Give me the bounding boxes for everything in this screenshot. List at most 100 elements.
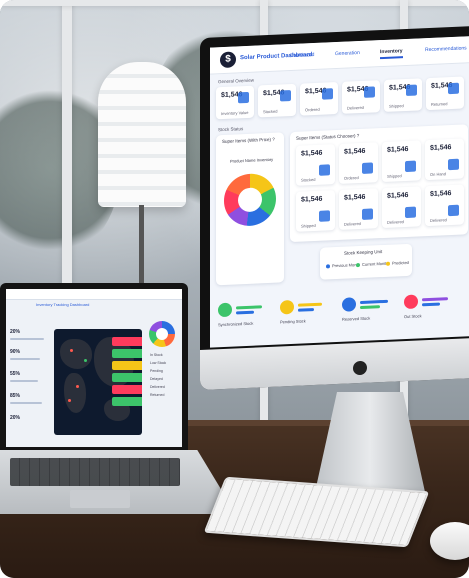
grid-card[interactable]: $1,546 Delivered	[425, 184, 464, 227]
tab-generation[interactable]: Generation	[335, 50, 360, 57]
stat-value: 90%	[10, 349, 21, 355]
lamp-pole	[139, 205, 144, 285]
imac-screen: $ Solar Product Dashboard Dashboard Gene…	[210, 36, 469, 348]
status-pill	[112, 373, 142, 382]
tab-dashboard[interactable]: Dashboard	[290, 52, 314, 59]
kpi-icon	[280, 299, 294, 315]
legend-in-stock: In Stock	[150, 353, 163, 357]
map-pin[interactable]	[68, 399, 71, 402]
stat-icon	[405, 206, 416, 219]
kpi-bar	[360, 299, 388, 305]
status-pill	[112, 385, 142, 394]
legend-label: Current Month	[362, 260, 388, 267]
legend-title: Stock Keeping Unit	[344, 249, 383, 256]
land-mass	[60, 339, 92, 369]
stat-value: $1,546	[301, 195, 323, 204]
right-cards-panel: Super Items (Status Chooser) ? $1,546 Sto…	[290, 124, 468, 243]
section-general: General Overview	[218, 77, 255, 85]
stat-icon	[448, 82, 459, 95]
stat-label: Returned	[431, 101, 448, 107]
kpi-icon	[342, 297, 356, 312]
stat-bar	[10, 402, 42, 404]
tab-inventory[interactable]: Inventory	[380, 48, 403, 60]
stat-label: Stocked	[263, 108, 278, 115]
status-pill	[112, 337, 142, 346]
stat-card[interactable]: $1,546 Shipped	[384, 78, 422, 112]
land-mass	[64, 373, 86, 413]
stat-card[interactable]: $1,546 Returned	[426, 76, 464, 111]
laptop-title: Inventory Tracking Dashboard	[36, 302, 90, 307]
stat-label: Shipped	[387, 173, 402, 179]
stat-label: Inventory Value	[221, 109, 249, 117]
grid-card[interactable]: $1,546 Stocked	[296, 144, 335, 186]
stat-icon	[406, 84, 417, 97]
donut-chart	[149, 321, 175, 347]
stat-value: $1,546	[387, 191, 409, 200]
stat-label: Shipped	[389, 103, 404, 109]
grid-card[interactable]: $1,546 Ordered	[339, 142, 378, 184]
legend-pending: Pending	[150, 369, 163, 373]
stat-label: Stocked	[301, 176, 316, 183]
world-map[interactable]	[54, 329, 142, 435]
panel-title: Super Items (Status Chooser) ?	[296, 133, 360, 141]
kpi-reserved: Reserved Stock	[342, 291, 396, 323]
map-pin[interactable]	[84, 359, 87, 362]
stat-icon	[362, 162, 373, 174]
stat-label: Delivered	[387, 219, 404, 225]
lamp-shade	[98, 62, 186, 207]
window-frame	[0, 0, 469, 6]
stat-icon	[280, 90, 291, 102]
grid-card[interactable]: $1,546 Delivered	[382, 186, 421, 229]
legend-delivered: Delivered	[150, 385, 165, 389]
imac-monitor: $ Solar Product Dashboard Dashboard Gene…	[200, 26, 469, 390]
stat-card[interactable]: $1,546 Stocked	[258, 83, 296, 118]
stat-icon	[319, 210, 330, 222]
left-chart-panel: Super Items (With Price) ? Product Name …	[216, 132, 284, 286]
stat-label: Delivered	[430, 217, 447, 223]
laptop-header	[6, 289, 182, 300]
map-pin[interactable]	[76, 385, 79, 388]
stat-card[interactable]: $1,546 Ordered	[300, 81, 338, 116]
grid-cards: $1,546 Stocked $1,546 Ordered $1,546 Shipped $…	[290, 124, 468, 232]
grid-card[interactable]: $1,546 Shipped	[296, 190, 335, 232]
section-stock: Stock Status	[218, 126, 244, 133]
kpi-label: Pending Stock	[280, 318, 306, 325]
grid-card[interactable]: $1,546 Delivered	[339, 188, 378, 230]
stat-icon	[319, 164, 330, 176]
kpi-bar	[298, 302, 322, 307]
stat-icon	[322, 88, 333, 100]
stat-bar	[10, 338, 44, 340]
status-pill	[112, 349, 142, 358]
kpi-out: Out Stock	[404, 289, 458, 321]
grid-card[interactable]: $1,546 On Hand	[425, 138, 464, 181]
stat-label: Ordered	[344, 175, 359, 181]
kpi-bar	[422, 302, 440, 307]
legend-delayed: Delayed	[150, 377, 163, 381]
stat-label: On Hand	[430, 171, 447, 177]
legend-current: Current Month	[356, 260, 388, 268]
stat-value: $1,546	[387, 145, 409, 154]
stat-icon	[448, 204, 459, 217]
stat-icon	[238, 91, 249, 104]
kpi-bar	[298, 308, 314, 312]
stat-card[interactable]: $1,546 Delivered	[342, 80, 380, 114]
top-nav: $ Solar Product Dashboard Dashboard Gene…	[210, 36, 469, 75]
workspace-photo: $ Solar Product Dashboard Dashboard Gene…	[0, 0, 469, 578]
laptop-screen: Inventory Tracking Dashboard 20% 90% 55%…	[6, 289, 182, 447]
kpi-label: Synchronized Stock	[218, 320, 254, 328]
legend-returned: Returned	[150, 393, 165, 397]
legend-label: Predicted	[392, 259, 409, 266]
kpi-label: Reserved Stock	[342, 315, 371, 322]
stock-legend-panel: Stock Keeping Unit Previous Month Curren…	[320, 243, 412, 280]
stat-card[interactable]: $1,546 Inventory Value	[216, 85, 254, 120]
tab-recommendations[interactable]: Recommendations	[425, 45, 467, 53]
kpi-bar	[236, 305, 262, 310]
sunburst-chart	[224, 172, 276, 227]
stat-label: Shipped	[301, 222, 316, 229]
grid-card[interactable]: $1,546 Shipped	[382, 140, 421, 183]
map-pin[interactable]	[70, 349, 73, 352]
stat-icon	[405, 160, 416, 173]
legend-low-stock: Low Stock	[150, 361, 167, 365]
kpi-bar	[360, 305, 380, 310]
stat-value: $1,546	[344, 147, 366, 156]
